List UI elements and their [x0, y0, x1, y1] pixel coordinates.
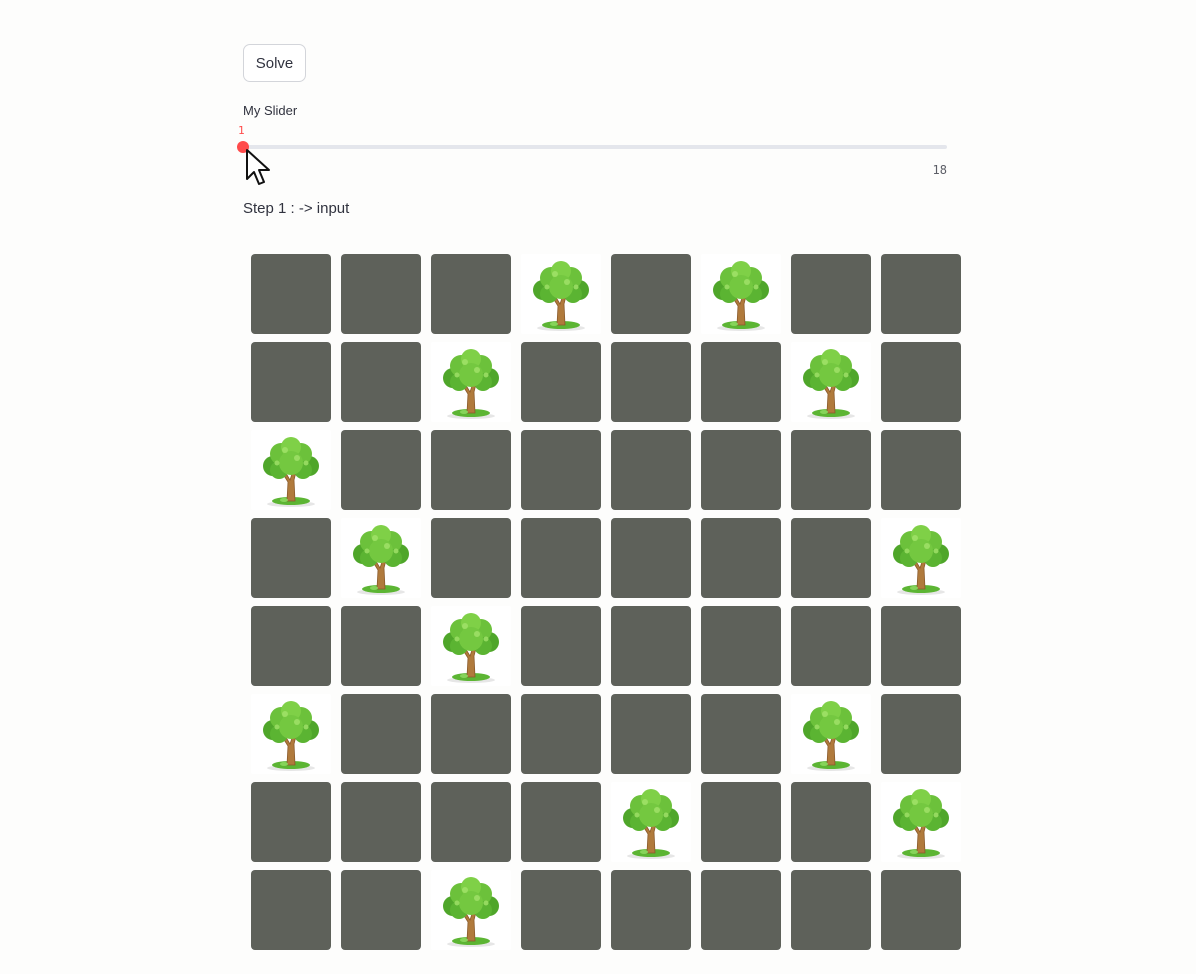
board-cell-empty[interactable]: [701, 694, 781, 774]
board-cell-empty[interactable]: [881, 694, 961, 774]
tree-icon: [341, 518, 421, 598]
board-cell-tree[interactable]: [791, 694, 871, 774]
board-cell-empty[interactable]: [701, 870, 781, 950]
board-cell-empty[interactable]: [881, 430, 961, 510]
board-cell-empty[interactable]: [521, 694, 601, 774]
board-cell-empty[interactable]: [341, 606, 421, 686]
board-cell-empty[interactable]: [341, 342, 421, 422]
board-cell-empty[interactable]: [251, 870, 331, 950]
board-cell-empty[interactable]: [791, 430, 871, 510]
board-cell-empty[interactable]: [611, 606, 691, 686]
board-cell-empty[interactable]: [881, 606, 961, 686]
slider-max-label: 18: [932, 163, 947, 177]
board-cell-tree[interactable]: [431, 870, 511, 950]
tree-icon: [791, 342, 871, 422]
tree-icon: [431, 342, 511, 422]
board-cell-tree[interactable]: [701, 254, 781, 334]
board-cell-empty[interactable]: [431, 430, 511, 510]
app: Solve My Slider 1 18 Step 1 : -> input: [0, 0, 1196, 974]
board-cell-empty[interactable]: [881, 870, 961, 950]
game-board: [251, 254, 961, 950]
board-cell-tree[interactable]: [431, 342, 511, 422]
tree-icon: [611, 782, 691, 862]
slider-value: 1: [238, 124, 245, 137]
tree-icon: [251, 430, 331, 510]
board-cell-empty[interactable]: [701, 606, 781, 686]
board-cell-tree[interactable]: [611, 782, 691, 862]
board-cell-tree[interactable]: [431, 606, 511, 686]
board-cell-empty[interactable]: [611, 254, 691, 334]
board-cell-tree[interactable]: [341, 518, 421, 598]
board-cell-empty[interactable]: [521, 518, 601, 598]
board-cell-empty[interactable]: [701, 430, 781, 510]
board-cell-empty[interactable]: [521, 870, 601, 950]
board-cell-empty[interactable]: [791, 254, 871, 334]
board-cell-tree[interactable]: [521, 254, 601, 334]
board-cell-empty[interactable]: [611, 870, 691, 950]
board-cell-empty[interactable]: [341, 870, 421, 950]
solve-button[interactable]: Solve: [243, 44, 306, 82]
board-cell-empty[interactable]: [251, 606, 331, 686]
board-cell-empty[interactable]: [701, 782, 781, 862]
tree-icon: [881, 782, 961, 862]
board-cell-empty[interactable]: [431, 254, 511, 334]
board-cell-empty[interactable]: [341, 430, 421, 510]
board-cell-empty[interactable]: [611, 342, 691, 422]
board-cell-tree[interactable]: [251, 694, 331, 774]
board-cell-empty[interactable]: [431, 518, 511, 598]
board-cell-empty[interactable]: [701, 342, 781, 422]
board-cell-empty[interactable]: [251, 254, 331, 334]
board-cell-empty[interactable]: [521, 342, 601, 422]
board-cell-empty[interactable]: [611, 430, 691, 510]
board-cell-empty[interactable]: [521, 782, 601, 862]
board-cell-empty[interactable]: [611, 518, 691, 598]
board-cell-empty[interactable]: [791, 606, 871, 686]
board-cell-empty[interactable]: [341, 254, 421, 334]
board-cell-empty[interactable]: [881, 254, 961, 334]
tree-icon: [791, 694, 871, 774]
tree-icon: [251, 694, 331, 774]
board-cell-tree[interactable]: [251, 430, 331, 510]
board-cell-empty[interactable]: [791, 518, 871, 598]
board-cell-empty[interactable]: [791, 870, 871, 950]
slider-track[interactable]: [243, 145, 947, 149]
tree-icon: [521, 254, 601, 334]
board-cell-empty[interactable]: [611, 694, 691, 774]
board-cell-empty[interactable]: [431, 694, 511, 774]
board-cell-empty[interactable]: [791, 782, 871, 862]
tree-icon: [431, 870, 511, 950]
tree-icon: [881, 518, 961, 598]
board-cell-empty[interactable]: [341, 694, 421, 774]
board-cell-empty[interactable]: [881, 342, 961, 422]
board-cell-empty[interactable]: [701, 518, 781, 598]
board-cell-empty[interactable]: [251, 342, 331, 422]
mouse-cursor-icon: [246, 149, 270, 185]
slider-label: My Slider: [243, 103, 298, 118]
board-cell-empty[interactable]: [521, 430, 601, 510]
board-cell-empty[interactable]: [431, 782, 511, 862]
tree-icon: [701, 254, 781, 334]
board-cell-empty[interactable]: [341, 782, 421, 862]
board-cell-empty[interactable]: [251, 782, 331, 862]
step-text: Step 1 : -> input: [243, 200, 350, 217]
board-cell-tree[interactable]: [881, 782, 961, 862]
tree-icon: [431, 606, 511, 686]
board-cell-empty[interactable]: [521, 606, 601, 686]
board-cell-tree[interactable]: [881, 518, 961, 598]
board-cell-empty[interactable]: [251, 518, 331, 598]
board-cell-tree[interactable]: [791, 342, 871, 422]
